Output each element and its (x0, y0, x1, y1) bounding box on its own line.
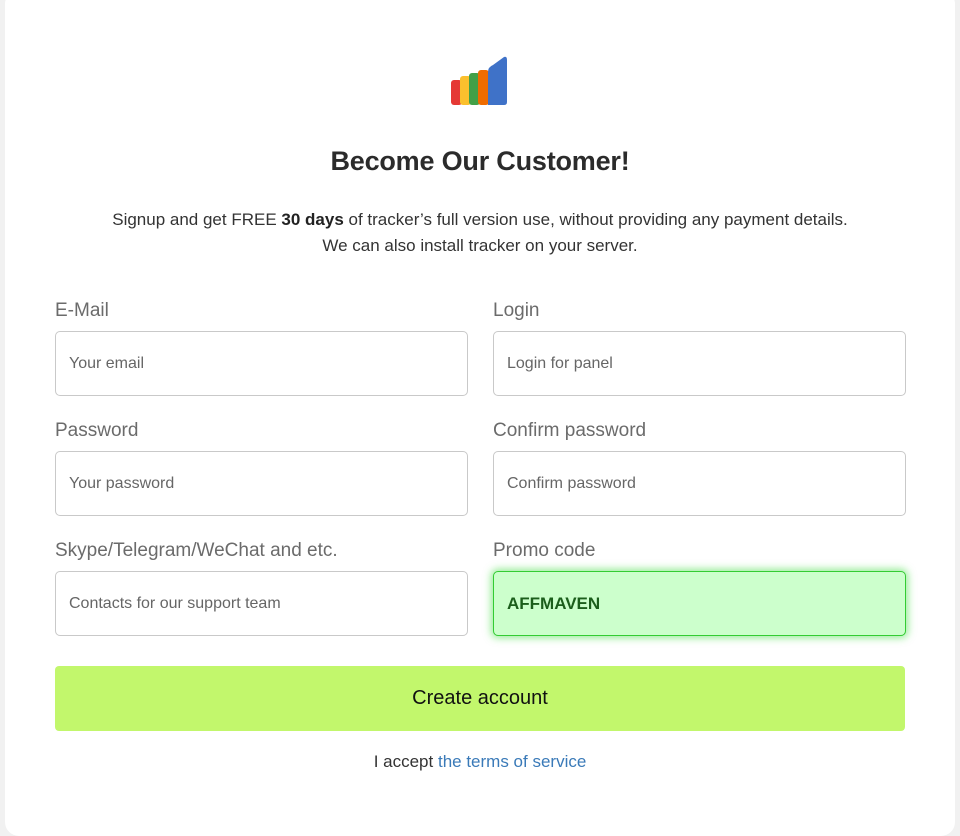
contacts-group: Skype/Telegram/WeChat and etc. (55, 539, 468, 636)
subtitle-prefix: Signup and get FREE (112, 210, 282, 229)
promo-code-field[interactable] (493, 571, 906, 636)
password-field[interactable] (55, 451, 468, 516)
contacts-label: Skype/Telegram/WeChat and etc. (55, 540, 338, 561)
page-subtitle: Signup and get FREE 30 days of tracker’s… (0, 207, 960, 259)
create-account-button[interactable]: Create account (55, 666, 905, 731)
subtitle-line2: We can also install tracker on your serv… (322, 236, 638, 255)
confirm-password-group: Confirm password (493, 419, 906, 516)
login-label: Login (493, 300, 540, 321)
email-field[interactable] (55, 331, 468, 396)
login-group: Login (493, 299, 906, 396)
confirm-password-field[interactable] (493, 451, 906, 516)
email-group: E-Mail (55, 299, 468, 396)
subtitle-suffix: of tracker’s full version use, without p… (343, 210, 848, 229)
password-group: Password (55, 419, 468, 516)
password-label: Password (55, 420, 139, 441)
terms-line: I accept the terms of service (0, 752, 960, 772)
terms-of-service-link[interactable]: the terms of service (438, 752, 586, 771)
page-title: Become Our Customer! (330, 146, 630, 176)
terms-prefix: I accept (373, 752, 438, 771)
promo-group: Promo code (493, 539, 906, 636)
logo-bar-blue (488, 56, 507, 105)
promo-label: Promo code (493, 540, 596, 561)
subtitle-bold: 30 days (281, 210, 344, 229)
bar-chart-logo-icon (451, 56, 507, 105)
contacts-field[interactable] (55, 571, 468, 636)
login-field[interactable] (493, 331, 906, 396)
email-label: E-Mail (55, 300, 109, 321)
logo-bar-orange (478, 70, 489, 105)
confirm-password-label: Confirm password (493, 420, 647, 441)
